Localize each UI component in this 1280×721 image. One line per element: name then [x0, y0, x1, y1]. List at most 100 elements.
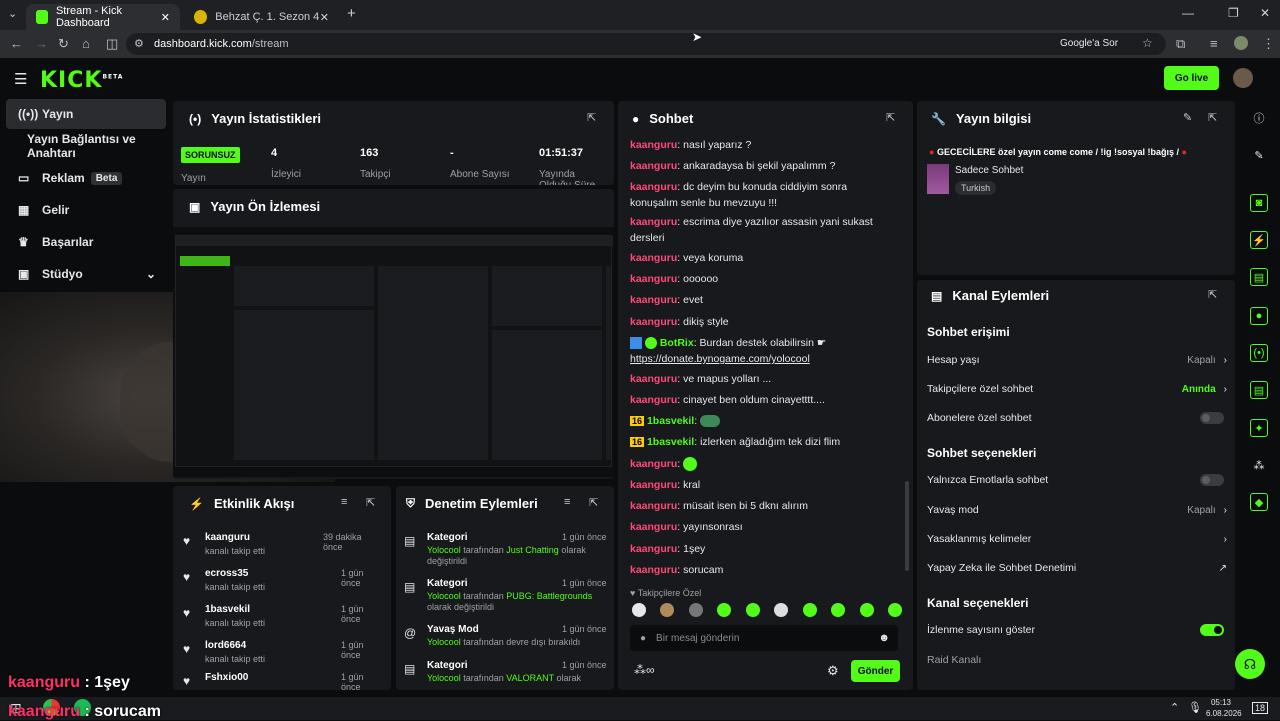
popout-icon[interactable]: ⇱ [1208, 288, 1217, 301]
emote-icon[interactable] [688, 603, 703, 617]
minimize-icon[interactable]: — [1182, 6, 1194, 20]
popout-icon[interactable]: ⇱ [589, 496, 598, 509]
tab-behzat[interactable]: Behzat Ç. 1. Sezon 4. Bölüm Tel ✕ [184, 4, 339, 30]
widget-info-icon[interactable]: ✦ [1250, 419, 1268, 437]
sidebar-item-stream-key[interactable]: Yayın Bağlantısı ve Anahtarı [6, 131, 176, 161]
emote-icon[interactable] [887, 603, 902, 617]
maximize-icon[interactable]: ❐ [1228, 6, 1239, 20]
chat-username[interactable]: kaanguru [630, 521, 677, 533]
extensions-icon[interactable]: ⧉ [1176, 36, 1185, 52]
category-name[interactable]: Sadece Sohbet [955, 165, 1023, 176]
menu-dots-icon[interactable]: ⋮ [1262, 36, 1275, 52]
chat-username[interactable]: kaanguru [630, 543, 677, 555]
google-ask-button[interactable]: Google'a Sor [1060, 38, 1118, 49]
send-button[interactable]: Gönder [851, 660, 900, 682]
microphone-icon[interactable]: 🎙 [1188, 701, 1202, 714]
close-window-icon[interactable]: ✕ [1260, 6, 1270, 20]
chat-username[interactable]: kaanguru [630, 458, 677, 470]
popout-icon[interactable]: ⇱ [587, 111, 596, 124]
chat-username[interactable]: 1basvekil [647, 436, 694, 448]
chat-username[interactable]: kaanguru [630, 273, 677, 285]
clock[interactable]: 05:13 6.08.2026 [1206, 697, 1242, 719]
reload-icon[interactable]: ↻ [58, 36, 69, 52]
chat-username[interactable]: kaanguru [630, 479, 677, 491]
emote-icon[interactable] [802, 603, 817, 617]
chat-username[interactable]: kaanguru [630, 139, 677, 151]
split-view-icon[interactable]: ◫ [106, 36, 118, 52]
settings-gear-icon[interactable]: ⚙ [827, 663, 839, 679]
home-icon[interactable]: ⌂ [82, 36, 90, 51]
sidebar-item-achievements[interactable]: ♛ Başarılar [6, 227, 166, 257]
hamburger-menu-icon[interactable]: ☰ [14, 70, 27, 88]
emote-icon[interactable] [632, 603, 646, 617]
emote-icon[interactable] [774, 603, 789, 617]
new-tab-icon[interactable]: + [347, 5, 356, 22]
edit-pencil-icon[interactable]: ✎ [1183, 111, 1192, 124]
site-info-icon[interactable]: ⚙ [134, 37, 144, 50]
show-views-toggle[interactable] [1200, 624, 1224, 636]
chat-username[interactable]: kaanguru [630, 294, 677, 306]
popout-icon[interactable]: ⇱ [366, 496, 375, 509]
emote-icon[interactable] [859, 603, 874, 617]
chat-username[interactable]: 1basvekil [647, 415, 694, 427]
chat-username[interactable]: kaanguru [630, 252, 677, 264]
profile-avatar-icon[interactable] [1234, 36, 1248, 50]
raid-row[interactable]: Raid Kanalı [927, 650, 1227, 670]
tab-kick-dashboard[interactable]: Stream - Kick Dashboard ✕ [26, 4, 180, 30]
reading-list-icon[interactable]: ≡ [1210, 36, 1218, 51]
points-icon[interactable]: ⁂∞ [634, 663, 655, 677]
account-age-row[interactable]: Hesap yaşı Kapalı › [927, 350, 1227, 370]
banned-words-row[interactable]: Yasaklanmış kelimeler › [927, 529, 1227, 549]
ai-moderation-row[interactable]: Yapay Zeka ile Sohbet Denetimi ↗ [927, 558, 1227, 578]
tray-chevron-icon[interactable]: ⌃ [1170, 701, 1179, 714]
donation-link[interactable]: https://donate.bynogame.com/yolocool [630, 353, 810, 365]
widget-chat-icon[interactable]: ● [1250, 307, 1268, 325]
go-live-button[interactable]: Go live [1164, 66, 1219, 90]
sidebar-item-stream[interactable]: ((•)) Yayın [6, 99, 166, 129]
sidebar-item-ads[interactable]: ▭ Reklam Beta [6, 163, 166, 193]
chat-username[interactable]: kaanguru [630, 316, 677, 328]
filter-icon[interactable]: ≡ [564, 496, 570, 508]
filter-icon[interactable]: ≡ [341, 496, 347, 508]
emote-icon[interactable] [831, 603, 846, 617]
followers-chat-row[interactable]: Takipçilere özel sohbet Anında › [927, 379, 1227, 399]
kick-logo[interactable]: KICKBETA [40, 68, 123, 93]
widget-activity-icon[interactable]: ⚡ [1250, 231, 1268, 249]
chat-username[interactable]: kaanguru [630, 160, 677, 172]
sidebar-item-studio[interactable]: ▣ Stüdyo ⌄ [6, 259, 166, 289]
chat-username[interactable]: kaanguru [630, 564, 677, 576]
chat-input[interactable]: ● Bir mesaj gönderin ☻ [630, 625, 898, 651]
chat-username[interactable]: kaanguru [630, 394, 677, 406]
chat-username[interactable]: kaanguru [630, 216, 677, 228]
emoji-icon[interactable]: ☻ [878, 632, 890, 644]
close-tab-icon[interactable]: ✕ [161, 11, 170, 24]
tab-list-chevron-icon[interactable]: ⌄ [8, 7, 17, 20]
popout-icon[interactable]: ⇱ [886, 111, 895, 124]
info-icon[interactable]: ⓘ [1250, 109, 1268, 127]
chat-username[interactable]: kaanguru [630, 500, 677, 512]
widget-misc-icon[interactable]: ⁂ [1250, 456, 1268, 474]
address-bar[interactable]: ⚙ dashboard.kick.com/stream Google'a Sor… [126, 33, 1166, 55]
emote-icon[interactable] [660, 603, 675, 617]
notification-badge[interactable]: 18 [1252, 702, 1269, 714]
widget-stats-icon[interactable]: ◙ [1250, 194, 1268, 212]
slow-mode-row[interactable]: Yavaş mod Kapalı › [927, 500, 1227, 520]
popout-icon[interactable]: ⇱ [1208, 111, 1217, 124]
chat-username[interactable]: kaanguru [630, 373, 677, 385]
preview-video[interactable] [173, 227, 614, 477]
emote-icon[interactable] [745, 603, 760, 617]
emote-icon[interactable] [717, 603, 732, 617]
chat-username[interactable]: kaanguru [630, 181, 677, 193]
back-icon[interactable]: ← [10, 36, 23, 51]
edit-icon[interactable]: ✎ [1250, 146, 1268, 164]
subs-chat-toggle[interactable] [1200, 412, 1224, 424]
emote-only-toggle[interactable] [1200, 474, 1224, 486]
widget-channel-icon[interactable]: ▤ [1250, 381, 1268, 399]
user-avatar[interactable] [1233, 68, 1253, 88]
support-headset-icon[interactable]: ☊ [1235, 649, 1265, 679]
sidebar-item-revenue[interactable]: ▦ Gelir [6, 195, 166, 225]
close-tab-icon[interactable]: ✕ [320, 11, 329, 24]
forward-icon[interactable]: → [35, 36, 48, 51]
bookmark-star-icon[interactable]: ☆ [1142, 36, 1153, 50]
widget-stream-icon[interactable]: (•) [1250, 344, 1268, 362]
